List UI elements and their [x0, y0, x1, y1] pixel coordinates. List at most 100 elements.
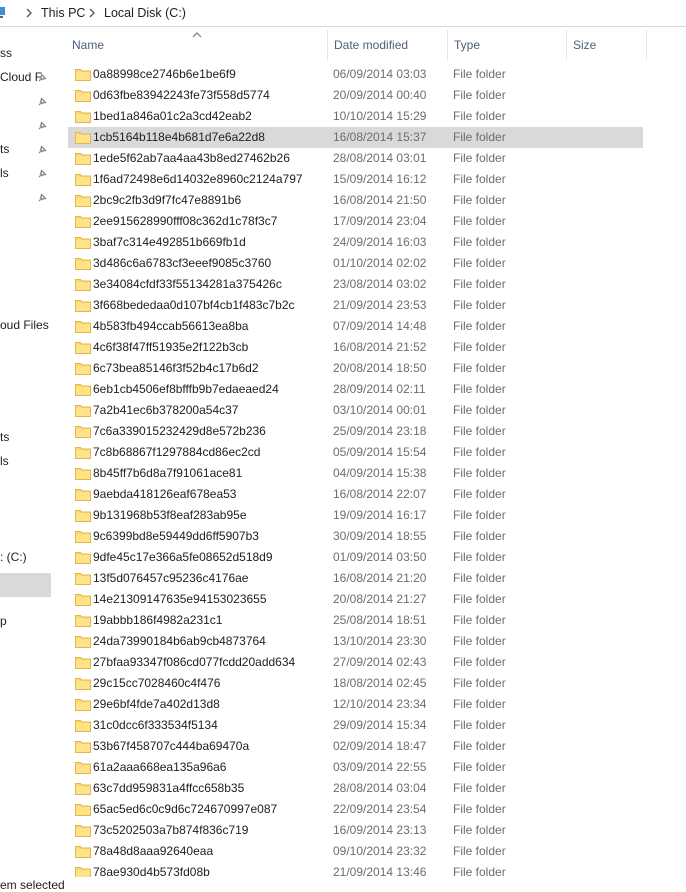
table-row[interactable]: 29c15cc7028460c4f476 18/08/2014 02:45 File…	[68, 673, 643, 694]
file-type: File folder	[453, 109, 506, 123]
nav-item-documents[interactable]: ts	[0, 142, 9, 156]
file-date-modified: 10/10/2014 15:29	[333, 109, 427, 123]
file-type: File folder	[453, 844, 506, 858]
table-row[interactable]: 1ede5f62ab7aa4aa43b8ed27462b26 28/08/2014…	[68, 148, 643, 169]
table-row[interactable]: 13f5d076457c95236c4176ae 16/08/2014 21:20…	[68, 568, 643, 589]
table-row[interactable]: 61a2aaa668ea135a96a6 03/09/2014 22:55 File…	[68, 757, 643, 778]
table-row[interactable]: 9aebda418126eaf678ea53 16/08/2014 22:07 Fi…	[68, 484, 643, 505]
pin-icon	[38, 97, 47, 106]
column-header-name[interactable]: Name	[66, 30, 328, 60]
table-row[interactable]: 0a88998ce2746b6e1be6f9 06/09/2014 03:03 Fi…	[68, 64, 643, 85]
nav-item-cloud-files[interactable]: oud Files	[0, 318, 49, 332]
pin-icon	[38, 193, 47, 202]
pin-icon	[38, 169, 47, 178]
file-date-modified: 30/09/2014 18:55	[333, 529, 427, 543]
file-date-modified: 15/09/2014 16:12	[333, 172, 427, 186]
table-row[interactable]: 2bc9c2fb3d9f7fc47e8891b6 16/08/2014 21:50…	[68, 190, 643, 211]
file-name: 4b583fb494ccab56613ea8ba	[93, 319, 249, 333]
table-row[interactable]: 1bed1a846a01c2a3cd42eab2 10/10/2014 15:29…	[68, 106, 643, 127]
folder-icon	[75, 277, 91, 291]
table-row[interactable]: 6c73bea85146f3f52b4c17b6d2 20/08/2014 18:…	[68, 358, 643, 379]
nav-item-desktop[interactable]: p	[0, 614, 7, 628]
table-row[interactable]: 8b45ff7b6d8a7f91061ace81 04/09/2014 15:38…	[68, 463, 643, 484]
file-name: 2bc9c2fb3d9f7fc47e8891b6	[93, 193, 242, 207]
address-bar[interactable]: This PC Local Disk (C:)	[0, 0, 686, 27]
table-row[interactable]: 9dfe45c17e366a5fe08652d518d9 01/09/2014 0…	[68, 547, 643, 568]
column-headers: Name Date modified Type Size	[66, 30, 686, 60]
navigation-pane[interactable]: ss Cloud F ts ls oud Files ts ls : (C:) …	[0, 28, 55, 889]
table-row[interactable]: 53b67f458707c444ba69470a 02/09/2014 18:47…	[68, 736, 643, 757]
breadcrumb-local-disk[interactable]: Local Disk (C:)	[104, 6, 186, 20]
nav-item-cloud[interactable]: Cloud F	[0, 70, 42, 84]
chevron-right-icon[interactable]	[24, 8, 34, 18]
file-type: File folder	[453, 319, 506, 333]
column-header-size[interactable]: Size	[567, 30, 647, 60]
file-name: 2ee915628990fff08c362d1c78f3c7	[93, 214, 278, 228]
folder-icon	[75, 235, 91, 249]
nav-item-quick-access[interactable]: ss	[0, 46, 12, 60]
table-row[interactable]: 73c5202503a7b874f836c719 16/09/2014 23:13…	[68, 820, 643, 841]
folder-icon	[75, 697, 91, 711]
table-row[interactable]: 7a2b41ec6b378200a54c37 03/10/2014 00:01 Fi…	[68, 400, 643, 421]
nav-item-downloads[interactable]: ls	[0, 166, 9, 180]
chevron-right-icon[interactable]	[87, 8, 97, 18]
table-row[interactable]: 1cb5164b118e4b681d7e6a22d8 16/08/2014 15:…	[68, 127, 643, 148]
file-date-modified: 17/09/2014 23:04	[333, 214, 427, 228]
nav-item-local-disk[interactable]: : (C:)	[0, 550, 27, 564]
table-row[interactable]: 24da73990184b6ab9cb4873764 13/10/2014 23:…	[68, 631, 643, 652]
folder-icon	[75, 130, 91, 144]
table-row[interactable]: 27bfaa93347f086cd077fcdd20add634 27/09/20…	[68, 652, 643, 673]
table-row[interactable]: 3f668bededaa0d107bf4cb1f483c7b2c 21/09/20…	[68, 295, 643, 316]
file-type: File folder	[453, 403, 506, 417]
file-type: File folder	[453, 256, 506, 270]
file-name: 7c6a339015232429d8e572b236	[93, 424, 266, 438]
table-row[interactable]: 3e34084cfdf33f55134281a375426c 23/08/2014…	[68, 274, 643, 295]
table-row[interactable]: 1f6ad72498e6d14032e8960c2124a797 15/09/20…	[68, 169, 643, 190]
column-header-type[interactable]: Type	[448, 30, 567, 60]
folder-icon	[75, 466, 91, 480]
folder-icon	[75, 298, 91, 312]
file-date-modified: 06/09/2014 03:03	[333, 67, 427, 81]
table-row[interactable]: 9c6399bd8e59449dd6ff5907b3 30/09/2014 18:…	[68, 526, 643, 547]
table-row[interactable]: 29e6bf4fde7a402d13d8 12/10/2014 23:34 File…	[68, 694, 643, 715]
table-row[interactable]: 9b131968b53f8eaf283ab95e 19/09/2014 16:17…	[68, 505, 643, 526]
file-name: 9b131968b53f8eaf283ab95e	[93, 508, 247, 522]
table-row[interactable]: 78a48d8aaa92640eaa 09/10/2014 23:32 File f…	[68, 841, 643, 862]
table-row[interactable]: 6eb1cb4506ef8bfffb9b7edaeaed24 28/09/2014…	[68, 379, 643, 400]
table-row[interactable]: 2ee915628990fff08c362d1c78f3c7 17/09/2014…	[68, 211, 643, 232]
nav-item-downloads-pc[interactable]: ls	[0, 454, 9, 468]
file-name: 7c8b68867f1297884cd86ec2cd	[93, 445, 261, 459]
folder-icon	[75, 382, 91, 396]
table-row[interactable]: 4b583fb494ccab56613ea8ba 07/09/2014 14:48…	[68, 316, 643, 337]
file-name: 3f668bededaa0d107bf4cb1f483c7b2c	[93, 298, 295, 312]
nav-item-documents-pc[interactable]: ts	[0, 430, 9, 444]
breadcrumb-this-pc[interactable]: This PC	[41, 6, 85, 20]
table-row[interactable]: 19abbb186f4982a231c1 25/08/2014 18:51 File…	[68, 610, 643, 631]
table-row[interactable]: 14e21309147635e94153023655 20/08/2014 21:…	[68, 589, 643, 610]
file-name: 0a88998ce2746b6e1be6f9	[93, 67, 236, 81]
file-name: 1cb5164b118e4b681d7e6a22d8	[93, 130, 265, 144]
file-date-modified: 20/08/2014 21:27	[333, 592, 427, 606]
file-list[interactable]: 0a88998ce2746b6e1be6f9 06/09/2014 03:03 Fi…	[66, 64, 686, 877]
table-row[interactable]: 63c7dd959831a4ffcc658b35 28/08/2014 03:04…	[68, 778, 643, 799]
file-type: File folder	[453, 487, 506, 501]
file-type: File folder	[453, 151, 506, 165]
file-type: File folder	[453, 298, 506, 312]
file-name: 3e34084cfdf33f55134281a375426c	[93, 277, 282, 291]
table-row[interactable]: 3d486c6a6783cf3eeef9085c3760 01/10/2014 0…	[68, 253, 643, 274]
file-date-modified: 21/09/2014 23:53	[333, 298, 427, 312]
table-row[interactable]: 65ac5ed6c0c9d6c724670997e087 22/09/2014 2…	[68, 799, 643, 820]
table-row[interactable]: 78ae930d4b573fd08b 21/09/2014 13:46 File f…	[68, 862, 643, 877]
file-date-modified: 24/09/2014 16:03	[333, 235, 427, 249]
column-header-date-modified[interactable]: Date modified	[328, 30, 448, 60]
table-row[interactable]: 3baf7c314e492851b669fb1d 24/09/2014 16:03…	[68, 232, 643, 253]
table-row[interactable]: 7c8b68867f1297884cd86ec2cd 05/09/2014 15:…	[68, 442, 643, 463]
pin-icon	[38, 121, 47, 130]
file-date-modified: 13/10/2014 23:30	[333, 634, 427, 648]
table-row[interactable]: 0d63fbe83942243fe73f558d5774 20/09/2014 0…	[68, 85, 643, 106]
table-row[interactable]: 4c6f38f47ff51935e2f122b3cb 16/08/2014 21:…	[68, 337, 643, 358]
table-row[interactable]: 7c6a339015232429d8e572b236 25/09/2014 23:…	[68, 421, 643, 442]
table-row[interactable]: 31c0dcc6f333534f5134 29/09/2014 15:34 File…	[68, 715, 643, 736]
folder-icon	[75, 340, 91, 354]
pin-icon	[38, 73, 47, 82]
